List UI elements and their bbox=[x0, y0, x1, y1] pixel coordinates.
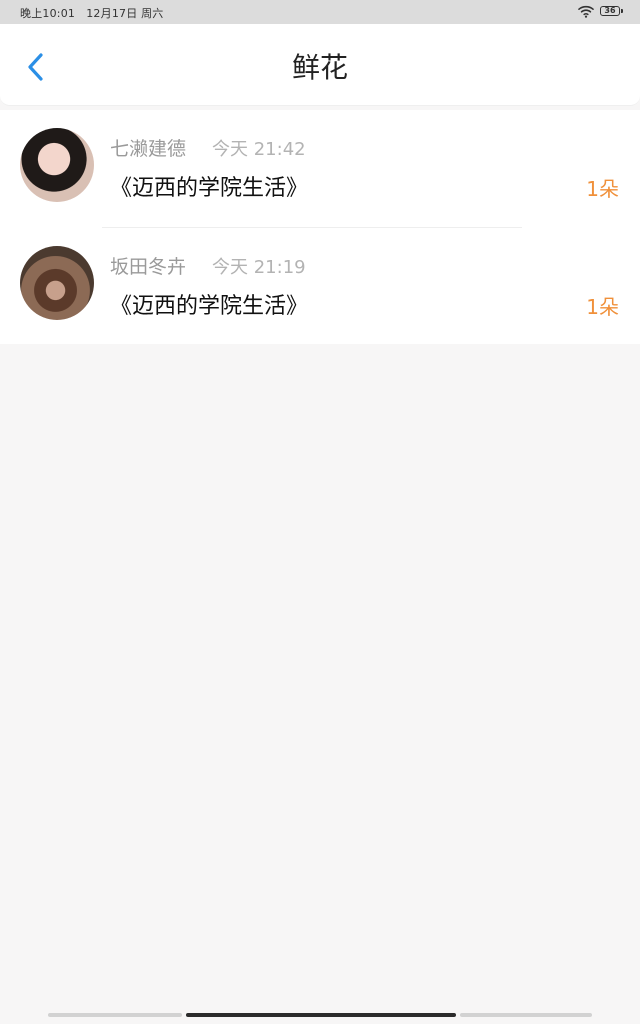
home-indicator-center[interactable] bbox=[186, 1013, 456, 1017]
navigation-bar: 鲜花 bbox=[0, 24, 640, 106]
flower-count: 1朵 bbox=[586, 295, 619, 319]
home-indicator-left bbox=[48, 1013, 182, 1017]
flower-list: 七濑建德 今天 21:42 《迈西的学院生活》 1朵 坂田冬卉 今天 21:19… bbox=[0, 110, 640, 344]
avatar[interactable] bbox=[20, 128, 94, 202]
status-time-date: 晚上10:01 12月17日 周六 bbox=[20, 5, 164, 21]
timestamp: 今天 21:19 bbox=[212, 257, 306, 278]
list-item[interactable]: 七濑建德 今天 21:42 《迈西的学院生活》 1朵 bbox=[0, 110, 640, 228]
list-item[interactable]: 坂田冬卉 今天 21:19 《迈西的学院生活》 1朵 bbox=[0, 228, 640, 344]
status-date: 12月17日 周六 bbox=[86, 7, 164, 20]
status-icons: 36 bbox=[578, 4, 623, 18]
home-indicator[interactable] bbox=[48, 1013, 592, 1017]
avatar[interactable] bbox=[20, 246, 94, 320]
page-title: 鲜花 bbox=[291, 51, 348, 84]
wifi-icon bbox=[578, 5, 594, 18]
home-indicator-right bbox=[460, 1013, 592, 1017]
battery-icon: 36 bbox=[600, 6, 623, 16]
book-title: 《迈西的学院生活》 bbox=[110, 294, 309, 319]
user-name: 七濑建德 bbox=[110, 138, 187, 160]
user-name: 坂田冬卉 bbox=[110, 256, 187, 278]
status-time: 晚上10:01 bbox=[20, 7, 76, 20]
status-bar: 晚上10:01 12月17日 周六 36 bbox=[0, 0, 640, 24]
book-title: 《迈西的学院生活》 bbox=[110, 176, 309, 201]
flower-count: 1朵 bbox=[586, 177, 619, 201]
timestamp: 今天 21:42 bbox=[212, 139, 306, 160]
battery-level: 36 bbox=[604, 6, 616, 15]
